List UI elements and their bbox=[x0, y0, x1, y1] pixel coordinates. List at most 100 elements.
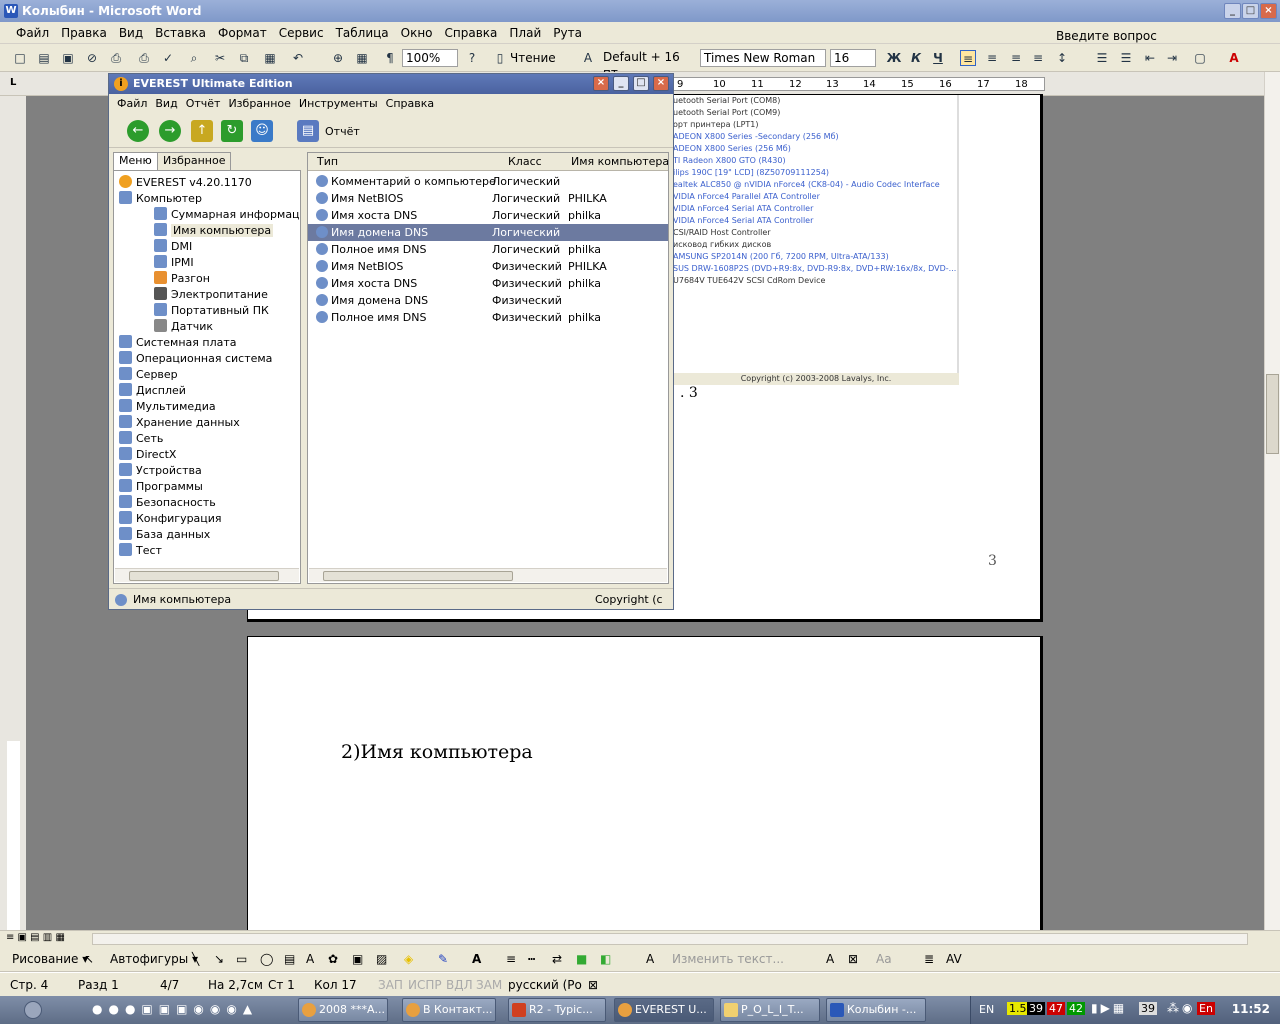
status-ovr[interactable]: ЗАМ bbox=[476, 978, 502, 992]
report-icon[interactable]: ▤ bbox=[297, 120, 319, 142]
tree-hscroll[interactable] bbox=[115, 568, 299, 582]
picture-icon[interactable]: ▨ bbox=[376, 952, 387, 966]
read-mode-button[interactable]: Чтение bbox=[510, 49, 556, 67]
tree-node[interactable]: +Безопасность bbox=[119, 495, 216, 511]
everest-title-bar[interactable]: i EVEREST Ultimate Edition × _ □ × bbox=[109, 74, 673, 94]
print-icon[interactable]: ⎙ bbox=[136, 50, 152, 66]
autoshapes-menu[interactable]: Автофигуры ▾ bbox=[110, 952, 198, 966]
read-mode-icon[interactable]: ▯ bbox=[492, 50, 508, 66]
font-color-draw-icon[interactable]: A bbox=[472, 952, 481, 966]
underline-button[interactable]: Ч bbox=[930, 50, 946, 66]
line-spacing-icon[interactable]: ↕ bbox=[1054, 50, 1070, 66]
table-row[interactable]: Комментарий о компьютере Логический bbox=[308, 173, 668, 190]
list-hscroll-thumb[interactable] bbox=[323, 571, 513, 581]
paste-icon[interactable]: ▦ bbox=[262, 50, 278, 66]
tree-node[interactable]: Суммарная информация bbox=[154, 207, 300, 223]
wordart-icon[interactable]: A bbox=[306, 952, 314, 966]
spelling-icon[interactable]: ✓ bbox=[160, 50, 176, 66]
font-aa-icon[interactable]: Aa bbox=[876, 952, 892, 966]
close-button[interactable]: × bbox=[1260, 3, 1277, 19]
3d-icon[interactable]: ◧ bbox=[600, 952, 611, 966]
menu-window[interactable]: Окно bbox=[395, 22, 439, 44]
language-indicator[interactable]: EN bbox=[979, 1003, 994, 1016]
tree-node[interactable]: IPMI bbox=[154, 255, 194, 271]
scroll-thumb[interactable] bbox=[1266, 374, 1279, 454]
line-style-icon[interactable]: ≡ bbox=[506, 952, 516, 966]
maximize-button[interactable]: □ bbox=[1242, 3, 1259, 19]
ev-menu-favorites[interactable]: Избранное bbox=[224, 94, 294, 114]
view-buttons-icon[interactable]: ≡ ▣ ▤ ▥ ▦ bbox=[6, 932, 65, 943]
table-icon[interactable]: ▦ bbox=[354, 50, 370, 66]
tray-network-icons[interactable]: ⁂◉ bbox=[1167, 1001, 1195, 1015]
new-doc-icon[interactable]: □ bbox=[12, 50, 28, 66]
tree-node[interactable]: Датчик bbox=[154, 319, 213, 335]
refresh-icon[interactable]: ↻ bbox=[221, 120, 243, 142]
permission-icon[interactable]: ⊘ bbox=[84, 50, 100, 66]
horizontal-scrollbar[interactable]: ≡ ▣ ▤ ▥ ▦ bbox=[0, 930, 1280, 946]
document-page-4[interactable]: 2)Имя компьютера bbox=[247, 636, 1043, 936]
everest-help-close-icon[interactable]: × bbox=[593, 76, 609, 91]
tree-node[interactable]: Имя компьютера bbox=[154, 223, 274, 239]
tree-node[interactable]: Портативный ПК bbox=[154, 303, 269, 319]
spellcheck-status-icon[interactable]: ⊠ bbox=[588, 978, 598, 992]
zoom-select[interactable]: 100% bbox=[402, 49, 458, 67]
everest-minimize-button[interactable]: _ bbox=[613, 76, 629, 91]
table-row[interactable]: Имя NetBIOS Логический PHILKA bbox=[308, 190, 668, 207]
research-icon[interactable]: ⌕ bbox=[186, 50, 202, 66]
arrow-style-icon[interactable]: ⇄ bbox=[552, 952, 562, 966]
undo-icon[interactable]: ↶ bbox=[290, 50, 306, 66]
clipart-icon[interactable]: ▣ bbox=[352, 952, 363, 966]
everest-maximize-button[interactable]: □ bbox=[633, 76, 649, 91]
numbering-icon[interactable]: ☰ bbox=[1094, 50, 1110, 66]
align-left-icon[interactable]: ≡ bbox=[960, 50, 976, 66]
tab-favorites[interactable]: Избранное bbox=[157, 152, 232, 170]
task-button[interactable]: В Контакт... bbox=[402, 998, 496, 1022]
menu-table[interactable]: Таблица bbox=[330, 22, 395, 44]
table-row[interactable]: Имя домена DNS Логический bbox=[308, 224, 668, 241]
drawing-menu[interactable]: Рисование ▾ bbox=[12, 952, 88, 966]
list-hscroll[interactable] bbox=[309, 568, 667, 582]
arrow-icon[interactable]: ↘ bbox=[214, 952, 224, 966]
align-right-icon[interactable]: ≡ bbox=[1008, 50, 1024, 66]
task-button[interactable]: Колыбин -... bbox=[826, 998, 926, 1022]
menu-edit[interactable]: Правка bbox=[55, 22, 113, 44]
tree-node[interactable]: +Системная плата bbox=[119, 335, 237, 351]
justify-icon[interactable]: ≡ bbox=[1030, 50, 1046, 66]
rectangle-icon[interactable]: ▭ bbox=[236, 952, 247, 966]
borders-icon[interactable]: ▢ bbox=[1192, 50, 1208, 66]
tree-node[interactable]: −Компьютер bbox=[119, 191, 202, 207]
menu-insert[interactable]: Вставка bbox=[149, 22, 212, 44]
tab-stop-icon[interactable]: L bbox=[10, 77, 16, 88]
ev-menu-help[interactable]: Справка bbox=[382, 94, 438, 114]
tree-node[interactable]: +Сервер bbox=[119, 367, 178, 383]
menu-ruta[interactable]: Рута bbox=[547, 22, 588, 44]
font-color-icon[interactable]: A bbox=[1226, 50, 1242, 66]
ev-menu-report[interactable]: Отчёт bbox=[182, 94, 225, 114]
menu-file[interactable]: Файл bbox=[10, 22, 55, 44]
tree-node[interactable]: +DirectX bbox=[119, 447, 176, 463]
tree-node[interactable]: +Мультимедиа bbox=[119, 399, 216, 415]
up-icon[interactable]: ↑ bbox=[191, 120, 213, 142]
quick-launch-icons[interactable]: ●●●▣▣▣◉◉◉▲ bbox=[92, 1002, 258, 1016]
line-color-icon[interactable]: ✎ bbox=[438, 952, 448, 966]
table-row[interactable]: Имя хоста DNS Физический philka bbox=[308, 275, 668, 292]
back-icon[interactable]: ← bbox=[127, 120, 149, 142]
menu-play[interactable]: Плай bbox=[503, 22, 547, 44]
save-icon[interactable]: ▣ bbox=[60, 50, 76, 66]
hyperlink-icon[interactable]: ⊕ bbox=[330, 50, 346, 66]
table-row[interactable]: Имя домена DNS Физический bbox=[308, 292, 668, 309]
copy-icon[interactable]: ⧉ bbox=[236, 50, 252, 66]
table-row[interactable]: Полное имя DNS Физический philka bbox=[308, 309, 668, 326]
menu-tools[interactable]: Сервис bbox=[273, 22, 330, 44]
bold-button[interactable]: Ж bbox=[886, 50, 902, 66]
text-direction-icon[interactable]: A bbox=[646, 952, 654, 966]
tree-node[interactable]: +Хранение данных bbox=[119, 415, 240, 431]
tree-node[interactable]: Разгон bbox=[154, 271, 210, 287]
ev-menu-view[interactable]: Вид bbox=[151, 94, 181, 114]
menu-help[interactable]: Справка bbox=[439, 22, 504, 44]
help-icon[interactable]: ? bbox=[464, 50, 480, 66]
status-rec[interactable]: ЗАП bbox=[378, 978, 403, 992]
decrease-indent-icon[interactable]: ⇤ bbox=[1142, 50, 1158, 66]
tree-node[interactable]: +Сеть bbox=[119, 431, 163, 447]
ev-menu-file[interactable]: Файл bbox=[113, 94, 151, 114]
